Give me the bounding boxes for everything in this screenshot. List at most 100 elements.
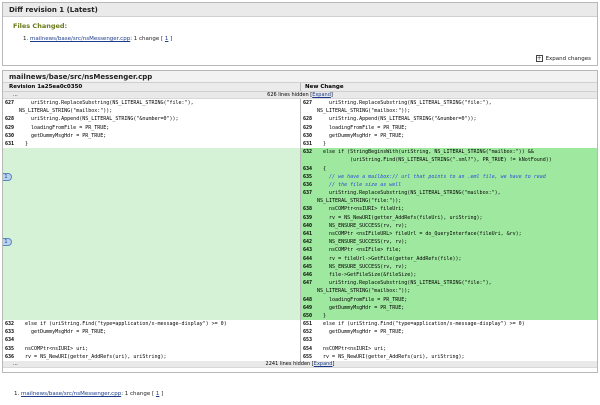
- diff-row: 632 else if (uriString.Find("type=applic…: [3, 320, 597, 329]
- diff-row: 644 rv = fileUrl->GetFile(getter_AddRefs…: [3, 254, 597, 263]
- left-line: [3, 156, 301, 165]
- file-link[interactable]: mailnews/base/src/nsMessenger.cpp: [21, 391, 121, 397]
- right-line-code: NS_LITERAL_STRING("mailbox:"));: [317, 108, 411, 115]
- left-line-code: [19, 197, 300, 205]
- left-line-number: [3, 246, 19, 255]
- right-line: 638 nsCOMPtr<nsIURI> fileUri;: [301, 205, 597, 214]
- right-line-number: 632: [301, 148, 317, 157]
- right-line: 642 NS_ENSURE_SUCCESS(rv, rv);: [301, 238, 597, 247]
- right-line-number: 638: [301, 205, 317, 214]
- right-line: 630 getDummyMsgHdr = PR_TRUE;: [301, 132, 597, 140]
- left-line-code: [19, 230, 300, 238]
- diff-row: 639 rv = NS_NewURI(getter_AddRefs(fileUr…: [3, 213, 597, 222]
- left-line: [3, 279, 301, 288]
- right-line-number: 627: [303, 100, 313, 106]
- diff-row: 643 nsCOMPtr <nsIFile> file;: [3, 246, 597, 255]
- left-line: [3, 189, 301, 198]
- right-line-code: nsCOMPtr<nsIURI> fileUri;: [317, 206, 405, 213]
- right-line-number: 644: [301, 254, 317, 263]
- right-line: 650 }: [301, 311, 597, 321]
- left-line-number: [3, 311, 19, 321]
- left-line-code: [19, 296, 300, 304]
- right-line: (uriString.Find(NS_LITERAL_STRING(".xml?…: [301, 156, 597, 165]
- right-line: 653: [301, 336, 597, 344]
- left-line: [3, 205, 301, 214]
- right-line-number: 636: [301, 180, 317, 190]
- expand-link[interactable]: Expand: [314, 361, 333, 367]
- change-link[interactable]: 1: [165, 36, 169, 42]
- change-link[interactable]: 1: [156, 391, 160, 397]
- diff-row: 628 uriString.Append(NS_LITERAL_STRING("…: [3, 115, 597, 124]
- diff-row: 640 NS_ENSURE_SUCCESS(rv, rv);: [3, 221, 597, 230]
- expand-changes-button[interactable]: + Expand changes: [535, 55, 591, 62]
- diff-row: 645 NS_ENSURE_SUCCESS(rv, rv);: [3, 262, 597, 271]
- diff-row: 636 rv = NS_NewURI(getter_AddRefs(uri), …: [3, 352, 597, 361]
- left-line-code: [19, 336, 300, 344]
- left-line: [3, 254, 301, 263]
- right-line: 654 nsCOMPtr<nsIURI> uri;: [301, 345, 597, 353]
- left-line: [3, 311, 301, 321]
- left-line: 636 rv = NS_NewURI(getter_AddRefs(uri), …: [3, 352, 301, 361]
- diff-row: 629 loadingFromFile = PR_TRUE; 629 loadin…: [3, 123, 597, 132]
- revision-header: Revision 1a25ea0c0350 New Change: [3, 83, 597, 92]
- diff-row: 650 }: [3, 311, 597, 321]
- right-line-code: rv = NS_NewURI(getter_AddRefs(fileUri), …: [317, 214, 483, 221]
- right-line-number: 640: [301, 221, 317, 230]
- left-line-code: [19, 148, 300, 156]
- left-line-number: [3, 230, 19, 239]
- right-line-code: loadingFromFile = PR_TRUE;: [317, 124, 408, 131]
- left-line-number: 633: [5, 329, 15, 336]
- right-line-code: uriString.ReplaceSubstring(NS_LITERAL_ST…: [317, 100, 492, 106]
- left-line-code: [19, 238, 300, 246]
- files-changed-list: 1. mailnews/base/src/nsMessenger.cpp: 1 …: [23, 36, 172, 42]
- diff-row: 627 uriString.ReplaceSubstring(NS_LITERA…: [3, 99, 597, 108]
- left-line-code: uriString.Append(NS_LITERAL_STRING("&num…: [19, 116, 179, 123]
- left-line-number: [3, 270, 19, 280]
- right-line-code: rv = fileUrl->GetFile(getter_AddRefs(fil…: [317, 255, 462, 262]
- right-line: 647 uriString.ReplaceSubstring(NS_LITERA…: [301, 279, 597, 288]
- left-line: [3, 262, 301, 271]
- left-line: 630 getDummyMsgHdr = PR_TRUE;: [3, 131, 301, 140]
- right-line-code: rv = NS_NewURI(getter_AddRefs(uri), uriS…: [317, 353, 465, 360]
- right-line-code: // the file size as well: [317, 181, 402, 188]
- left-line-code: [19, 165, 300, 173]
- right-line-code: else if (uriString.Find("type=applicatio…: [317, 321, 525, 328]
- expand-link[interactable]: Expand: [312, 92, 331, 98]
- left-revision-label: Revision 1a25ea0c0350: [3, 83, 301, 91]
- right-line: NS_LITERAL_STRING("file:"));: [301, 197, 597, 206]
- right-line: 645 NS_ENSURE_SUCCESS(rv, rv);: [301, 262, 597, 271]
- right-line: 643 nsCOMPtr <nsIFile> file;: [301, 246, 597, 255]
- right-line-number: 642: [301, 238, 317, 247]
- left-line-code: [19, 255, 300, 263]
- right-line: 644 rv = fileUrl->GetFile(getter_AddRefs…: [301, 254, 597, 263]
- file-link[interactable]: mailnews/base/src/nsMessenger.cpp: [30, 36, 130, 42]
- left-line-number: [3, 254, 19, 263]
- right-line: 655 rv = NS_NewURI(getter_AddRefs(uri), …: [301, 353, 597, 361]
- left-line-number: [3, 197, 19, 206]
- expand-icon: +: [535, 55, 543, 62]
- diff-row: 637 uriString.ReplaceSubstring(NS_LITERA…: [3, 189, 597, 198]
- right-line: 639 rv = NS_NewURI(getter_AddRefs(fileUr…: [301, 213, 597, 222]
- diff-row: 646 file->GetFileSize(&fileSize);: [3, 270, 597, 280]
- hidden-lines-top: ... 626 lines hidden [Expand]: [3, 92, 597, 99]
- right-line: 634 {: [301, 164, 597, 173]
- files-changed-list-bottom: 1. mailnews/base/src/nsMessenger.cpp: 1 …: [14, 391, 163, 397]
- left-line-code: else if (uriString.Find("type=applicatio…: [19, 321, 227, 328]
- left-line: [3, 164, 301, 173]
- left-line: [3, 303, 301, 312]
- right-line-code: }: [317, 140, 327, 147]
- comment-flag-icon[interactable]: 1: [3, 172, 12, 181]
- left-line-code: [19, 156, 300, 164]
- diff-row: NS_LITERAL_STRING("mailbox:")); NS_LITERA…: [3, 107, 597, 116]
- left-line-number: [3, 221, 19, 230]
- left-line-code: nsCOMPtr<nsIURI> uri;: [19, 345, 89, 352]
- right-line-code: getDummyMsgHdr = PR_TRUE;: [317, 304, 405, 311]
- right-line-number: [301, 287, 317, 296]
- diff-row: 632 else if (StringBeginsWith(uriString,…: [3, 148, 597, 157]
- right-line-number: 650: [301, 311, 317, 321]
- right-line-number: 645: [301, 262, 317, 271]
- comment-flag-icon[interactable]: 1: [3, 238, 12, 247]
- left-line-code: [19, 246, 300, 254]
- left-line: [3, 213, 301, 222]
- left-line: [3, 246, 301, 255]
